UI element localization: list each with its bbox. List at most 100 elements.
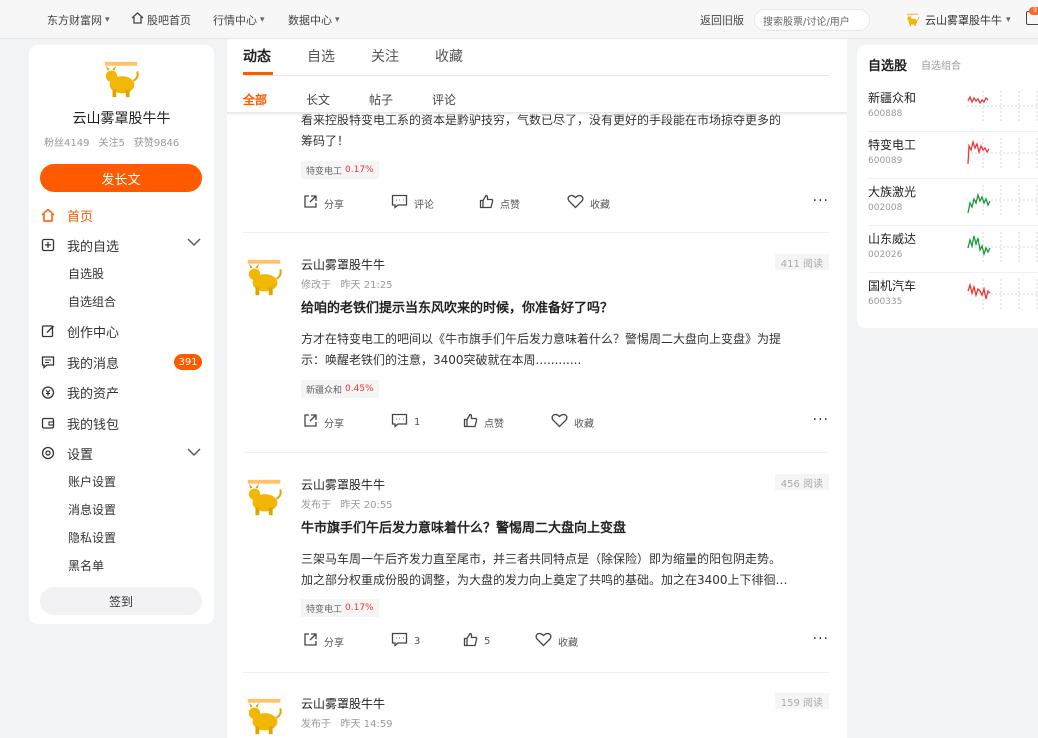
nav-market-center[interactable]: 行情中心 ▾ (213, 12, 265, 28)
watch-stock-row[interactable]: 特变电工 600089 (868, 134, 1038, 181)
submenu-account-settings[interactable]: 账户设置 (68, 473, 116, 490)
menu-my-wallet[interactable]: 我的钱包 (40, 412, 119, 434)
watch-stock-row[interactable]: 山东威达 002026 (868, 228, 1038, 275)
post-divider (243, 672, 829, 673)
share-button[interactable]: 分享 (303, 193, 344, 213)
subtab-long-articles[interactable]: 长文 (306, 87, 369, 111)
post-body-line[interactable]: 筹码了！ (301, 131, 829, 152)
post-body-line[interactable]: 三架马车周一午后齐发力直至尾市，并三者共同特点是（除保险）即为缩量的阳包阴走势。 (301, 549, 829, 570)
stock-tag[interactable]: 特变电工 0.17% (301, 161, 379, 179)
author-name[interactable]: 云山雾罩股牛牛 (301, 695, 385, 712)
nav-eastmoney[interactable]: 东方财富网 ▾ (47, 12, 110, 28)
menu-home[interactable]: 首页 (40, 204, 93, 226)
author-name[interactable]: 云山雾罩股牛牛 (301, 256, 385, 273)
more-icon[interactable]: ··· (813, 193, 829, 209)
author-avatar[interactable] (244, 696, 286, 738)
tab-dynamic[interactable]: 动态 (243, 39, 307, 73)
thumbs-up-icon (463, 413, 478, 431)
stock-tag[interactable]: 新疆众和 0.45% (301, 380, 379, 398)
menu-my-watch[interactable]: 我的自选 (40, 234, 119, 256)
author-name[interactable]: 云山雾罩股牛牛 (301, 476, 385, 493)
watch-stock-row[interactable]: 大族激光 002008 (868, 181, 1038, 228)
watchlist-title[interactable]: 自选股 (868, 55, 907, 74)
follows-count[interactable]: 关注5 (98, 134, 124, 149)
profile-avatar[interactable] (101, 60, 143, 100)
heart-icon (551, 413, 568, 431)
menu-my-messages[interactable]: 我的消息 (40, 351, 119, 373)
menu-settings[interactable]: 设置 (40, 442, 93, 464)
stock-code: 600089 (868, 156, 903, 166)
menu-wallet-label: 我的钱包 (67, 417, 120, 433)
favorite-label: 收藏 (558, 637, 578, 649)
search-input[interactable]: 搜索股票/讨论/用户 (754, 9, 870, 31)
post-meta: 修改于 昨天 21:25 (301, 276, 393, 291)
post-long-article-button[interactable]: 发长文 (40, 164, 202, 192)
comment-button[interactable]: 1 (391, 412, 420, 432)
post-action-label: 修改于 (301, 280, 331, 291)
subtab-posts[interactable]: 帖子 (369, 87, 432, 111)
submenu-privacy-settings[interactable]: 隐私设置 (68, 529, 116, 546)
chevron-down-icon: ▾ (335, 14, 340, 25)
thumbs-up-icon (463, 632, 478, 650)
main-tabs: 动态 自选 关注 收藏 (243, 39, 499, 75)
nav-data-center[interactable]: 数据中心 ▾ (288, 12, 340, 28)
likes-count: 获赞9846 (133, 138, 180, 149)
signin-button[interactable]: 签到 (40, 587, 202, 615)
post-title[interactable]: 牛市旗手们午后发力意味着什么？警惕周二大盘向上变盘 (301, 517, 626, 536)
submenu-message-settings[interactable]: 消息设置 (68, 501, 116, 518)
favorite-button[interactable]: 收藏 (551, 412, 594, 432)
like-button[interactable]: 点赞 (463, 412, 504, 432)
menu-my-assets[interactable]: 我的资产 (40, 381, 119, 403)
more-icon[interactable]: ··· (813, 631, 829, 647)
like-label: 点赞 (484, 418, 504, 430)
feed-post: 云山雾罩股牛牛 发布于 昨天 20:55 456 阅读 牛市旗手们午后发力意味着… (243, 474, 829, 649)
chevron-down-icon[interactable] (187, 446, 201, 461)
watch-stock-row[interactable]: 国机汽车 600335 (868, 275, 1038, 322)
share-button[interactable]: 分享 (303, 631, 344, 651)
post-title[interactable]: 给咱的老铁们提示当东风吹来的时候，你准备好了吗？ (301, 297, 613, 316)
favorite-button[interactable]: 收藏 (535, 631, 578, 651)
post-actions: 分享 3 5 收藏 ··· (301, 631, 829, 651)
user-menu[interactable]: 云山雾罩股牛牛 ▾ (905, 0, 1011, 39)
subtab-all[interactable]: 全部 (243, 87, 306, 111)
like-button[interactable]: 点赞 (479, 193, 520, 213)
subtab-comments[interactable]: 评论 (432, 87, 495, 111)
like-button[interactable]: 5 (463, 631, 490, 651)
share-button[interactable]: 分享 (303, 412, 344, 432)
tab-watchlist[interactable]: 自选 (307, 39, 371, 73)
post-body-line[interactable]: 加之部分权重成份股的调整，为大盘的发力向上奠定了共鸣的基础。加之在3400上下徘… (301, 570, 829, 591)
favorite-button[interactable]: 收藏 (567, 193, 610, 213)
author-avatar[interactable] (244, 477, 286, 519)
profile-name[interactable]: 云山雾罩股牛牛 (29, 108, 214, 128)
fans-count[interactable]: 粉丝4149 (44, 134, 89, 149)
author-avatar[interactable] (244, 257, 286, 299)
comment-button[interactable]: 3 (391, 631, 420, 651)
row-divider (868, 178, 1038, 179)
submenu-watch-stocks[interactable]: 自选股 (68, 265, 104, 282)
watchlist-groups-link[interactable]: 自选组合 (921, 57, 961, 72)
tab-favorites[interactable]: 收藏 (435, 39, 499, 73)
submenu-watch-groups[interactable]: 自选组合 (68, 293, 116, 310)
back-to-old-link[interactable]: 返回旧版 (700, 12, 744, 28)
watch-stock-row[interactable]: 新疆众和 600888 (868, 87, 1038, 134)
share-label: 分享 (324, 637, 344, 649)
comment-button[interactable]: 评论 (391, 193, 434, 213)
nav-guba-home[interactable]: 股吧首页 (131, 12, 191, 28)
post-body-line[interactable]: 示：唤醒老铁们的注意，3400突破就在本周............ (301, 350, 829, 371)
stock-tag[interactable]: 特变电工 0.17% (301, 599, 379, 617)
stock-code: 600888 (868, 109, 903, 119)
post-actions: 分享 1 点赞 收藏 ··· (301, 412, 829, 432)
tab-following[interactable]: 关注 (371, 39, 435, 73)
post-body-line[interactable]: 方才在特变电工的吧间以《牛市旗手们午后发力意味着什么？警惕周二大盘向上变盘》为提 (301, 329, 829, 350)
comment-icon (391, 194, 408, 212)
menu-creator-center[interactable]: 创作中心 (40, 320, 119, 342)
stock-code: 002026 (868, 250, 903, 260)
menu-messages-label: 我的消息 (67, 356, 120, 372)
chevron-down-icon[interactable] (187, 236, 201, 251)
stock-name: 山东威达 (868, 232, 917, 246)
comment-label: 评论 (414, 199, 434, 211)
tabs-shadow (227, 112, 847, 116)
submenu-blacklist[interactable]: 黑名单 (68, 557, 104, 574)
more-icon[interactable]: ··· (813, 412, 829, 428)
post-time: 昨天 21:25 (340, 280, 393, 291)
